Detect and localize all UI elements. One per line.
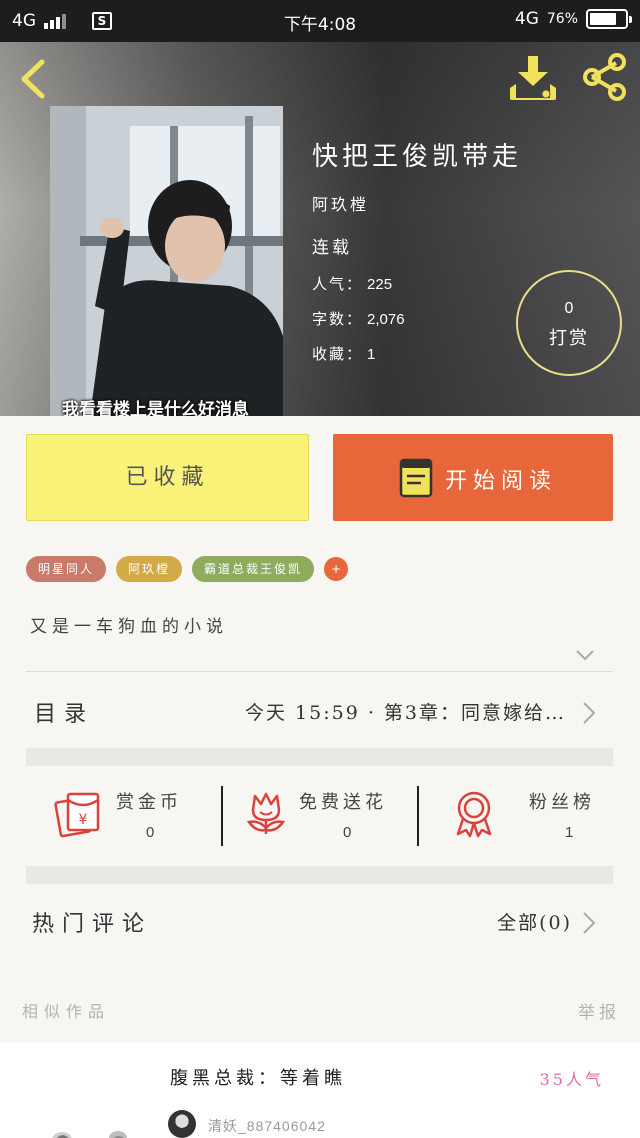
tag-list: 明星同人 阿玖樘 霸道总裁王俊凯 + [26,556,349,582]
related-book-card[interactable]: 腹黑总裁：等着瞧 35人气 清妖_887406042 [0,1042,640,1138]
similar-works-heading: 相似作品 [22,1002,111,1021]
stat-value: 1 [565,824,574,841]
medal-icon [456,791,492,838]
stat-label: 粉丝榜 [529,792,595,813]
all-comments-link[interactable]: 全部(0) [497,908,572,935]
word-count-label: 字数： [312,310,364,328]
tag-item[interactable]: 霸道总裁王俊凯 [192,556,315,582]
stat-value: 0 [343,824,352,841]
battery-percent: 76% [546,11,578,27]
svg-text:¥: ¥ [79,812,88,828]
related-book-popularity: 35人气 [539,1070,604,1089]
report-button[interactable]: 举报 [578,998,620,1023]
stat-free-flowers[interactable]: 免费送花 0 [223,768,417,868]
related-book-title: 腹黑总裁：等着瞧 [170,1068,346,1089]
stat-value: 0 [146,824,155,841]
collected-button[interactable]: 已收藏 [26,434,309,521]
book-description: 又是一车狗血的小说 [30,617,228,637]
word-count-value: 2,076 [367,311,405,328]
tag-item[interactable]: 明星同人 [26,556,107,582]
stat-gold-coins[interactable]: ¥ 赏金币 0 [26,768,221,868]
divider [26,671,613,672]
stat-label: 免费送花 [299,792,387,813]
back-button[interactable] [14,56,54,102]
section-divider [26,748,613,766]
avatar[interactable] [168,1110,196,1138]
tip-count: 0 [564,300,574,317]
start-reading-label: 开始阅读 [445,469,558,494]
popularity-value: 225 [367,276,393,293]
stat-fan-ranking[interactable]: 粉丝榜 1 [419,768,613,868]
start-reading-button[interactable]: 开始阅读 [333,434,613,521]
popularity-row: 人气： 225 [312,273,392,294]
cover-photo [50,106,283,416]
toc-label: 目录 [34,702,95,727]
favorites-row: 收藏： 1 [312,343,375,364]
popularity-label: 人气： [312,275,364,293]
flower-icon [246,792,286,834]
word-count-row: 字数： 2,076 [312,308,405,329]
book-author[interactable]: 阿玖樘 [312,191,369,215]
download-button[interactable] [506,52,560,102]
chevron-right-icon [583,702,596,724]
cover-caption: 我看看楼上是什么好消息 [62,400,249,416]
tip-button[interactable]: 0 打赏 [516,270,622,376]
network-indicator-right: 4G [514,9,539,29]
book-icon [399,458,433,498]
collected-label: 已收藏 [125,465,210,490]
book-status: 连载 [312,238,352,258]
status-bar: 4G S 下午4:08 4G 76% [0,0,640,42]
red-envelope-icon: ¥ [54,792,100,838]
section-divider [26,866,613,884]
favorites-label: 收藏： [312,345,364,363]
tip-label: 打赏 [549,328,589,349]
latest-chapter: 今天 15:59 · 第3章：同意嫁给… [244,702,566,724]
related-book-thumbnail [52,1131,127,1138]
hot-comments-label: 热门评论 [32,912,153,937]
stats-row: ¥ 赏金币 0 免费送花 0 粉丝榜 1 [26,768,613,868]
related-book-user[interactable]: 清妖_887406042 [208,1116,326,1136]
favorites-value: 1 [367,346,376,363]
stat-label: 赏金币 [116,792,182,813]
battery-icon [586,9,632,29]
book-cover[interactable]: 我看看楼上是什么好消息 [50,106,283,416]
chevron-right-icon [583,912,596,934]
tag-item[interactable]: 阿玖樘 [116,556,183,582]
chevron-down-icon[interactable] [574,644,596,666]
add-tag-button[interactable]: + [324,557,349,581]
book-title: 快把王俊凯带走 [312,142,523,172]
share-button[interactable] [580,52,630,102]
